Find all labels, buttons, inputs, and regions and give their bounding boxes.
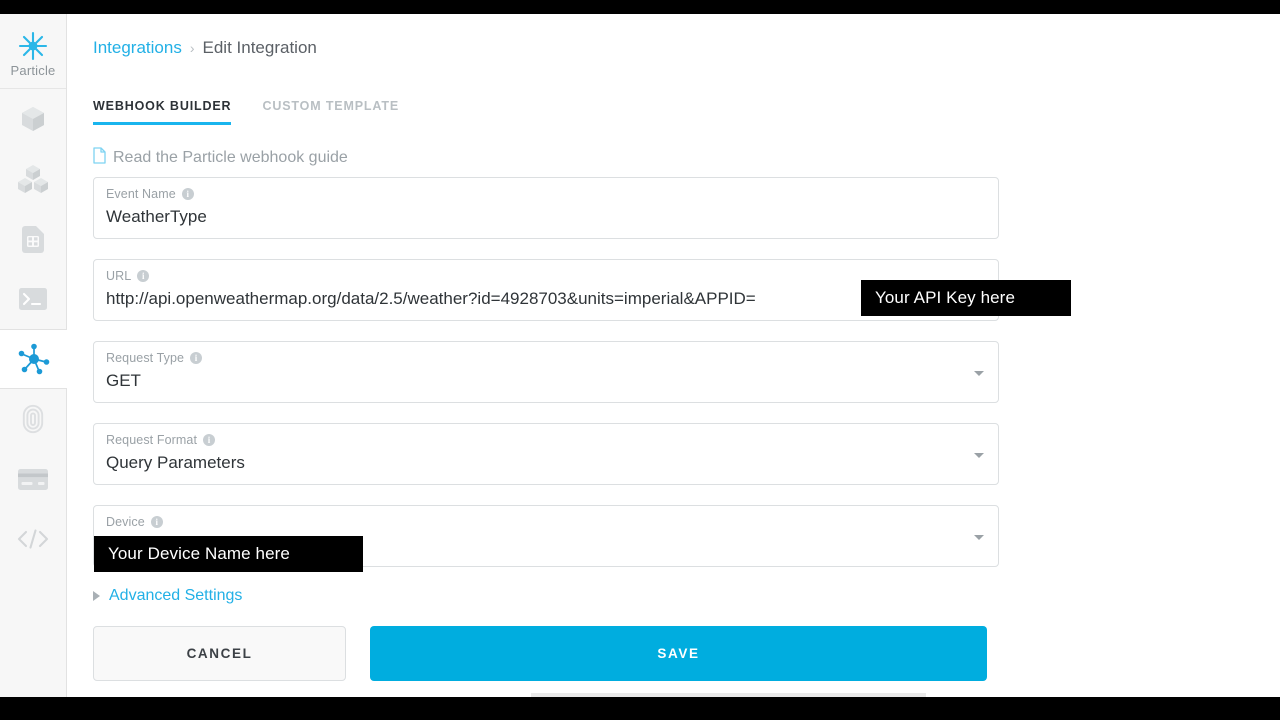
brand-name: Particle [10,63,56,78]
tab-bar: WEBHOOK BUILDER CUSTOM TEMPLATE [93,99,399,125]
sidebar-item-developer[interactable] [0,509,66,569]
particle-star-icon [17,30,49,62]
sim-card-icon [22,225,44,253]
breadcrumb-current: Edit Integration [202,38,317,57]
chevron-down-icon[interactable] [974,371,984,376]
info-icon[interactable]: i [137,270,150,282]
brand-logo[interactable]: Particle [0,14,66,88]
tab-custom-template[interactable]: CUSTOM TEMPLATE [262,99,399,125]
breadcrumb-separator-icon: › [189,40,195,56]
event-name-label: Event Name i [106,187,986,201]
sidebar-item-console[interactable] [0,269,66,329]
info-icon[interactable]: i [150,516,163,528]
webhook-guide-label: Read the Particle webhook guide [113,149,348,166]
request-type-field[interactable]: Request Type i GET [93,341,999,403]
fingerprint-icon [22,404,44,434]
sidebar-item-authentication[interactable] [0,389,66,449]
breadcrumb: Integrations › Edit Integration [93,38,317,58]
screen: Particle Integrations › Edit Integration… [0,0,1280,720]
webhook-builder-form: Event Name i WeatherType URL i http://ap… [93,177,999,681]
sidebar: Particle [0,14,67,697]
info-icon[interactable]: i [181,188,194,200]
event-name-field[interactable]: Event Name i WeatherType [93,177,999,239]
integrations-icon [17,342,51,376]
request-type-value[interactable]: GET [106,367,986,395]
url-label: URL i [106,269,986,283]
url-input[interactable]: http://api.openweathermap.org/data/2.5/w… [106,285,986,313]
sidebar-item-products[interactable] [0,149,66,209]
save-button[interactable]: SAVE [370,626,987,681]
info-icon[interactable]: i [190,352,203,364]
letterbox-bottom [0,697,1280,720]
credit-card-icon [18,468,48,490]
console-icon [19,288,47,310]
api-key-redaction-overlay: Your API Key here [861,280,1071,316]
request-format-label: Request Format i [106,433,986,447]
form-actions: CANCEL SAVE [93,626,999,681]
code-icon [17,528,49,550]
info-icon[interactable]: i [203,434,216,446]
request-format-field[interactable]: Request Format i Query Parameters [93,423,999,485]
cube-icon [20,105,46,133]
cancel-button[interactable]: CANCEL [93,626,346,681]
triangle-right-icon [93,591,100,601]
main-content: Integrations › Edit Integration WEBHOOK … [68,14,1280,697]
particle-console-app: Particle Integrations › Edit Integration… [0,14,1280,697]
tab-webhook-builder[interactable]: WEBHOOK BUILDER [93,99,232,125]
sidebar-item-billing[interactable] [0,449,66,509]
request-type-label: Request Type i [106,351,986,365]
device-label: Device i [106,515,986,529]
advanced-settings-label: Advanced Settings [109,587,243,604]
device-name-redaction-overlay: Your Device Name here [94,536,363,572]
sidebar-item-integrations[interactable] [0,329,67,389]
chevron-down-icon[interactable] [974,453,984,458]
sidebar-nav [0,88,67,569]
letterbox-top [0,0,1280,14]
sidebar-item-devices[interactable] [0,89,66,149]
webhook-guide-link[interactable]: Read the Particle webhook guide [93,147,348,169]
cubes-icon [18,164,48,194]
document-icon [93,147,106,169]
breadcrumb-integrations-link[interactable]: Integrations [93,38,182,58]
chevron-down-icon[interactable] [974,535,984,540]
sidebar-item-sim-cards[interactable] [0,209,66,269]
event-name-input[interactable]: WeatherType [106,203,986,231]
request-format-value[interactable]: Query Parameters [106,449,986,477]
advanced-settings-toggle[interactable]: Advanced Settings [93,587,999,605]
